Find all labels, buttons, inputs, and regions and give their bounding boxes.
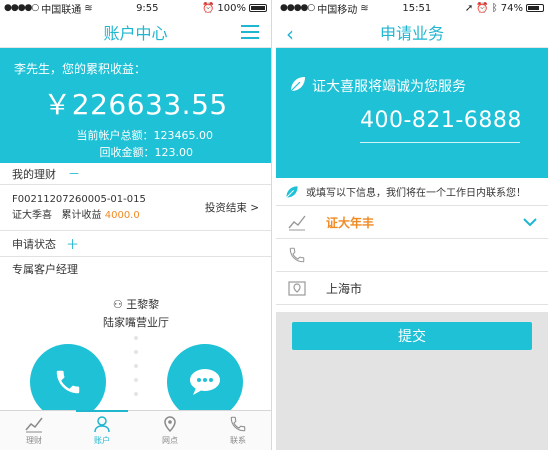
manager-name-row: ⚇ 王黎黎: [0, 296, 271, 312]
apply-status-header[interactable]: 申请状态 ＋: [0, 231, 271, 257]
form-note-text: 或填写以下信息，我们将在一个工作日内联系您！: [306, 188, 526, 199]
expand-toggle[interactable]: ＋: [66, 234, 79, 253]
person-icon: ⚇: [112, 298, 123, 311]
manager-card: ⚇ 王黎黎 陆家嘴营业厅: [0, 292, 271, 420]
phone-icon: [56, 370, 80, 394]
bluetooth-icon: ᛒ: [491, 2, 498, 14]
phone-icon: [230, 416, 246, 432]
chevron-right-icon: >: [250, 202, 259, 214]
leaf-logo-icon: [286, 185, 298, 198]
map-pin-icon: [164, 416, 176, 433]
chart-icon: [288, 215, 306, 231]
status-bar: ●●●●○ 中国移动 ≋ 15:51 ➚ ⏰ ᛒ 74%: [276, 0, 548, 16]
tab-label: 理财: [26, 436, 42, 445]
alarm-icon: ⏰: [476, 2, 489, 14]
chat-manager-button[interactable]: [167, 344, 243, 420]
chart-icon: [25, 417, 43, 433]
product-row[interactable]: F00211207260005-01-015 证大季喜 累计收益 4000.0 …: [0, 185, 271, 231]
page-title: 账户中心: [103, 23, 168, 43]
service-banner: 证大喜服将竭诚为您服务 400-821-6888: [276, 48, 548, 178]
collapse-toggle[interactable]: －: [68, 165, 80, 182]
product-select[interactable]: 证大年丰: [276, 206, 548, 239]
city-field[interactable]: 上海市: [276, 272, 548, 305]
battery-icon: [526, 4, 544, 12]
apply-status-title: 申请状态: [12, 237, 56, 251]
battery-percent: 100%: [217, 2, 246, 14]
greeting: 李先生，您的累积收益：: [14, 62, 147, 76]
chevron-down-icon[interactable]: [522, 214, 538, 230]
chat-bubble-icon: [190, 369, 220, 395]
returned-amount: 回收金额：123.00: [99, 146, 194, 159]
manager-branch: 陆家嘴营业厅: [103, 316, 169, 329]
clock: 9:55: [136, 2, 159, 14]
investment-status: 投资结束: [204, 202, 247, 214]
city-field-value: 上海市: [326, 281, 363, 296]
manager-name: 王黎黎: [126, 298, 160, 311]
wifi-icon: ≋: [360, 2, 369, 14]
tab-branches[interactable]: 网点: [136, 411, 204, 450]
submit-button[interactable]: 提交: [292, 322, 532, 350]
service-slogan: 证大喜服将竭诚为您服务: [312, 79, 466, 95]
account-center-screen: ●●●●○ 中国联通 ≋ 9:55 ⏰ 100% 账户中心 李先生，您的累积收益…: [0, 0, 272, 450]
carrier-label: 中国移动: [317, 4, 358, 16]
clock: 15:51: [402, 2, 432, 14]
tab-contact[interactable]: 联系: [204, 411, 271, 450]
nav-bar: ‹ 申请业务: [276, 16, 548, 48]
tab-account[interactable]: 账户: [68, 410, 136, 450]
accum-value: 4000.0: [104, 209, 140, 221]
my-finance-title: 我的理财: [12, 167, 56, 181]
form-note: 或填写以下信息，我们将在一个工作日内联系您！: [276, 178, 548, 206]
signal-icon: ●●●●○: [4, 3, 39, 13]
phone-field[interactable]: [276, 239, 548, 272]
manager-section-title: 专属客户经理: [0, 257, 271, 281]
accum-label: 累计收益: [61, 209, 102, 221]
earnings-panel: 李先生，您的累积收益： ￥226633.55 当前帐户总额：123465.00 …: [0, 48, 271, 163]
product-code: F00211207260005-01-015: [12, 193, 146, 205]
hotline-number[interactable]: 400-821-6888: [360, 108, 522, 133]
alarm-icon: ⏰: [201, 2, 215, 14]
total-earnings: ￥226633.55: [43, 88, 228, 121]
form-footer: 提交: [276, 312, 548, 450]
tab-label: 联系: [230, 436, 246, 445]
tab-label: 账户: [94, 436, 110, 445]
location-icon: ➚: [464, 2, 474, 14]
call-manager-button[interactable]: [30, 344, 106, 420]
signal-icon: ●●●●○: [280, 3, 315, 13]
page-title: 申请业务: [379, 23, 444, 43]
map-pin-icon: [288, 281, 306, 296]
my-finance-header[interactable]: 我的理财 －: [0, 163, 271, 185]
tab-bar: 理财 账户 网点 联系: [0, 410, 271, 450]
status-bar: ●●●●○ 中国联通 ≋ 9:55 ⏰ 100%: [0, 0, 271, 16]
battery-icon: [248, 4, 267, 12]
apply-service-screen: ●●●●○ 中国移动 ≋ 15:51 ➚ ⏰ ᛒ 74% ‹ 申请业务 证大喜服…: [276, 0, 548, 450]
user-icon: [94, 416, 110, 433]
hotline-underline: [360, 142, 520, 143]
back-chevron-icon[interactable]: ‹: [286, 22, 294, 46]
product-name: 证大季喜: [12, 209, 52, 221]
phone-icon: [289, 247, 305, 263]
carrier-label: 中国联通: [41, 4, 82, 16]
account-total: 当前帐户总额：123465.00: [76, 129, 213, 142]
nav-bar: 账户中心: [0, 16, 271, 48]
battery-percent: 74%: [500, 2, 523, 14]
hamburger-icon[interactable]: [241, 25, 259, 39]
tab-finance[interactable]: 理财: [0, 411, 68, 450]
divider-dots: [134, 336, 138, 396]
wifi-icon: ≋: [84, 2, 93, 14]
manager-section-label: 专属客户经理: [12, 263, 78, 276]
tab-label: 网点: [162, 436, 178, 445]
leaf-logo-icon: [290, 77, 305, 92]
product-select-value: 证大年丰: [326, 215, 375, 230]
